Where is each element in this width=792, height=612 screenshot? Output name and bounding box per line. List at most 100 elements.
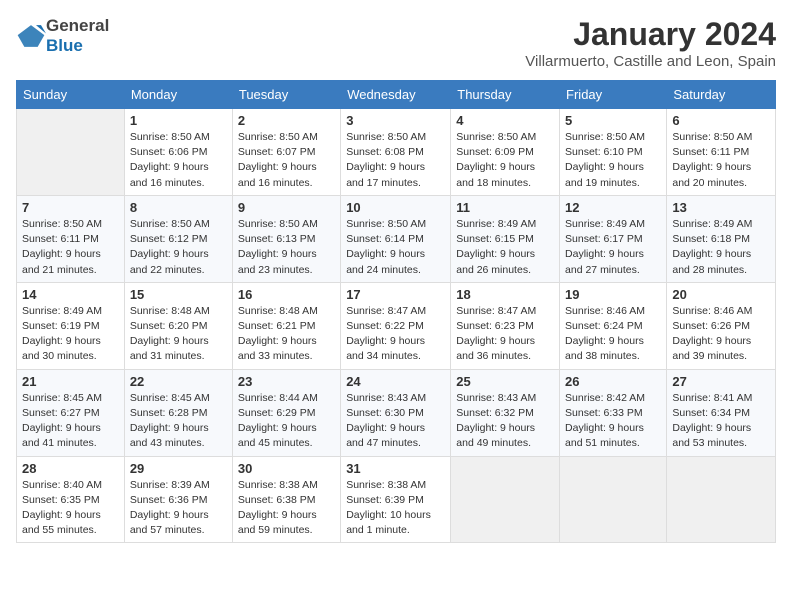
calendar-week-row: 28 Sunrise: 8:40 AMSunset: 6:35 PMDayligh… <box>17 456 776 543</box>
logo-icon <box>16 21 46 51</box>
day-number: 7 <box>22 200 119 215</box>
calendar-cell: 17 Sunrise: 8:47 AMSunset: 6:22 PMDayligh… <box>341 282 451 369</box>
day-info: Sunrise: 8:45 AMSunset: 6:27 PMDaylight:… <box>22 391 119 452</box>
day-number: 31 <box>346 461 445 476</box>
day-info: Sunrise: 8:50 AMSunset: 6:06 PMDaylight:… <box>130 130 227 191</box>
calendar-cell: 2 Sunrise: 8:50 AMSunset: 6:07 PMDaylight… <box>232 109 340 196</box>
calendar-week-row: 1 Sunrise: 8:50 AMSunset: 6:06 PMDaylight… <box>17 109 776 196</box>
day-info: Sunrise: 8:45 AMSunset: 6:28 PMDaylight:… <box>130 391 227 452</box>
calendar-week-row: 7 Sunrise: 8:50 AMSunset: 6:11 PMDaylight… <box>17 195 776 282</box>
day-number: 22 <box>130 374 227 389</box>
calendar-cell: 26 Sunrise: 8:42 AMSunset: 6:33 PMDayligh… <box>560 369 667 456</box>
day-number: 2 <box>238 113 335 128</box>
day-info: Sunrise: 8:50 AMSunset: 6:13 PMDaylight:… <box>238 217 335 278</box>
day-info: Sunrise: 8:48 AMSunset: 6:21 PMDaylight:… <box>238 304 335 365</box>
calendar-cell <box>17 109 125 196</box>
day-number: 8 <box>130 200 227 215</box>
calendar-cell: 25 Sunrise: 8:43 AMSunset: 6:32 PMDayligh… <box>451 369 560 456</box>
day-number: 3 <box>346 113 445 128</box>
calendar-cell: 7 Sunrise: 8:50 AMSunset: 6:11 PMDaylight… <box>17 195 125 282</box>
day-number: 9 <box>238 200 335 215</box>
day-number: 25 <box>456 374 554 389</box>
calendar-cell: 21Sunrise: 8:45 AMSunset: 6:27 PMDayligh… <box>17 369 125 456</box>
day-info: Sunrise: 8:48 AMSunset: 6:20 PMDaylight:… <box>130 304 227 365</box>
calendar-week-row: 14Sunrise: 8:49 AMSunset: 6:19 PMDayligh… <box>17 282 776 369</box>
calendar-cell: 15 Sunrise: 8:48 AMSunset: 6:20 PMDayligh… <box>124 282 232 369</box>
calendar-cell: 10 Sunrise: 8:50 AMSunset: 6:14 PMDayligh… <box>341 195 451 282</box>
day-info: Sunrise: 8:49 AMSunset: 6:18 PMDaylight:… <box>672 217 770 278</box>
weekday-header-sunday: Sunday <box>17 81 125 109</box>
day-number: 26 <box>565 374 661 389</box>
day-number: 18 <box>456 287 554 302</box>
calendar-cell: 31 Sunrise: 8:38 AMSunset: 6:39 PMDayligh… <box>341 456 451 543</box>
day-info: Sunrise: 8:50 AMSunset: 6:07 PMDaylight:… <box>238 130 335 191</box>
calendar-cell: 1 Sunrise: 8:50 AMSunset: 6:06 PMDaylight… <box>124 109 232 196</box>
day-info: Sunrise: 8:49 AMSunset: 6:17 PMDaylight:… <box>565 217 661 278</box>
day-info: Sunrise: 8:50 AMSunset: 6:08 PMDaylight:… <box>346 130 445 191</box>
day-info: Sunrise: 8:50 AMSunset: 6:11 PMDaylight:… <box>22 217 119 278</box>
day-number: 14 <box>22 287 119 302</box>
day-info: Sunrise: 8:43 AMSunset: 6:30 PMDaylight:… <box>346 391 445 452</box>
day-info: Sunrise: 8:38 AMSunset: 6:39 PMDaylight:… <box>346 478 445 539</box>
calendar-table: SundayMondayTuesdayWednesdayThursdayFrid… <box>16 80 776 543</box>
day-info: Sunrise: 8:49 AMSunset: 6:15 PMDaylight:… <box>456 217 554 278</box>
calendar-cell: 23Sunrise: 8:44 AMSunset: 6:29 PMDayligh… <box>232 369 340 456</box>
day-info: Sunrise: 8:50 AMSunset: 6:11 PMDaylight:… <box>672 130 770 191</box>
title-section: January 2024 Villarmuerto, Castille and … <box>525 16 776 70</box>
day-number: 11 <box>456 200 554 215</box>
calendar-cell: 5 Sunrise: 8:50 AMSunset: 6:10 PMDaylight… <box>560 109 667 196</box>
day-number: 27 <box>672 374 770 389</box>
calendar-cell: 29 Sunrise: 8:39 AMSunset: 6:36 PMDayligh… <box>124 456 232 543</box>
logo-general: General <box>46 16 109 35</box>
calendar-cell <box>451 456 560 543</box>
calendar-cell: 11 Sunrise: 8:49 AMSunset: 6:15 PMDayligh… <box>451 195 560 282</box>
day-number: 19 <box>565 287 661 302</box>
day-number: 29 <box>130 461 227 476</box>
calendar-cell: 27 Sunrise: 8:41 AMSunset: 6:34 PMDayligh… <box>667 369 776 456</box>
day-number: 10 <box>346 200 445 215</box>
weekday-header-row: SundayMondayTuesdayWednesdayThursdayFrid… <box>17 81 776 109</box>
calendar-cell: 3 Sunrise: 8:50 AMSunset: 6:08 PMDaylight… <box>341 109 451 196</box>
calendar-cell: 4 Sunrise: 8:50 AMSunset: 6:09 PMDaylight… <box>451 109 560 196</box>
calendar-cell: 20Sunrise: 8:46 AMSunset: 6:26 PMDayligh… <box>667 282 776 369</box>
day-info: Sunrise: 8:46 AMSunset: 6:26 PMDaylight:… <box>672 304 770 365</box>
calendar-cell <box>560 456 667 543</box>
day-info: Sunrise: 8:42 AMSunset: 6:33 PMDaylight:… <box>565 391 661 452</box>
day-number: 5 <box>565 113 661 128</box>
weekday-header-saturday: Saturday <box>667 81 776 109</box>
day-number: 28 <box>22 461 119 476</box>
day-number: 24 <box>346 374 445 389</box>
calendar-cell: 6 Sunrise: 8:50 AMSunset: 6:11 PMDaylight… <box>667 109 776 196</box>
day-info: Sunrise: 8:40 AMSunset: 6:35 PMDaylight:… <box>22 478 119 539</box>
day-info: Sunrise: 8:41 AMSunset: 6:34 PMDaylight:… <box>672 391 770 452</box>
weekday-header-thursday: Thursday <box>451 81 560 109</box>
day-info: Sunrise: 8:44 AMSunset: 6:29 PMDaylight:… <box>238 391 335 452</box>
calendar-cell: 16Sunrise: 8:48 AMSunset: 6:21 PMDayligh… <box>232 282 340 369</box>
day-info: Sunrise: 8:50 AMSunset: 6:09 PMDaylight:… <box>456 130 554 191</box>
day-number: 4 <box>456 113 554 128</box>
calendar-cell: 8 Sunrise: 8:50 AMSunset: 6:12 PMDaylight… <box>124 195 232 282</box>
weekday-header-monday: Monday <box>124 81 232 109</box>
weekday-header-friday: Friday <box>560 81 667 109</box>
calendar-cell: 22 Sunrise: 8:45 AMSunset: 6:28 PMDayligh… <box>124 369 232 456</box>
calendar-cell: 28 Sunrise: 8:40 AMSunset: 6:35 PMDayligh… <box>17 456 125 543</box>
day-number: 1 <box>130 113 227 128</box>
day-number: 17 <box>346 287 445 302</box>
month-year-title: January 2024 <box>525 16 776 53</box>
day-info: Sunrise: 8:47 AMSunset: 6:23 PMDaylight:… <box>456 304 554 365</box>
calendar-cell: 13 Sunrise: 8:49 AMSunset: 6:18 PMDayligh… <box>667 195 776 282</box>
day-info: Sunrise: 8:50 AMSunset: 6:12 PMDaylight:… <box>130 217 227 278</box>
day-number: 15 <box>130 287 227 302</box>
day-number: 13 <box>672 200 770 215</box>
day-info: Sunrise: 8:43 AMSunset: 6:32 PMDaylight:… <box>456 391 554 452</box>
day-info: Sunrise: 8:39 AMSunset: 6:36 PMDaylight:… <box>130 478 227 539</box>
day-info: Sunrise: 8:50 AMSunset: 6:14 PMDaylight:… <box>346 217 445 278</box>
calendar-cell: 30Sunrise: 8:38 AMSunset: 6:38 PMDayligh… <box>232 456 340 543</box>
calendar-cell: 12 Sunrise: 8:49 AMSunset: 6:17 PMDayligh… <box>560 195 667 282</box>
day-number: 12 <box>565 200 661 215</box>
day-info: Sunrise: 8:47 AMSunset: 6:22 PMDaylight:… <box>346 304 445 365</box>
day-number: 30 <box>238 461 335 476</box>
day-info: Sunrise: 8:50 AMSunset: 6:10 PMDaylight:… <box>565 130 661 191</box>
weekday-header-tuesday: Tuesday <box>232 81 340 109</box>
day-number: 6 <box>672 113 770 128</box>
